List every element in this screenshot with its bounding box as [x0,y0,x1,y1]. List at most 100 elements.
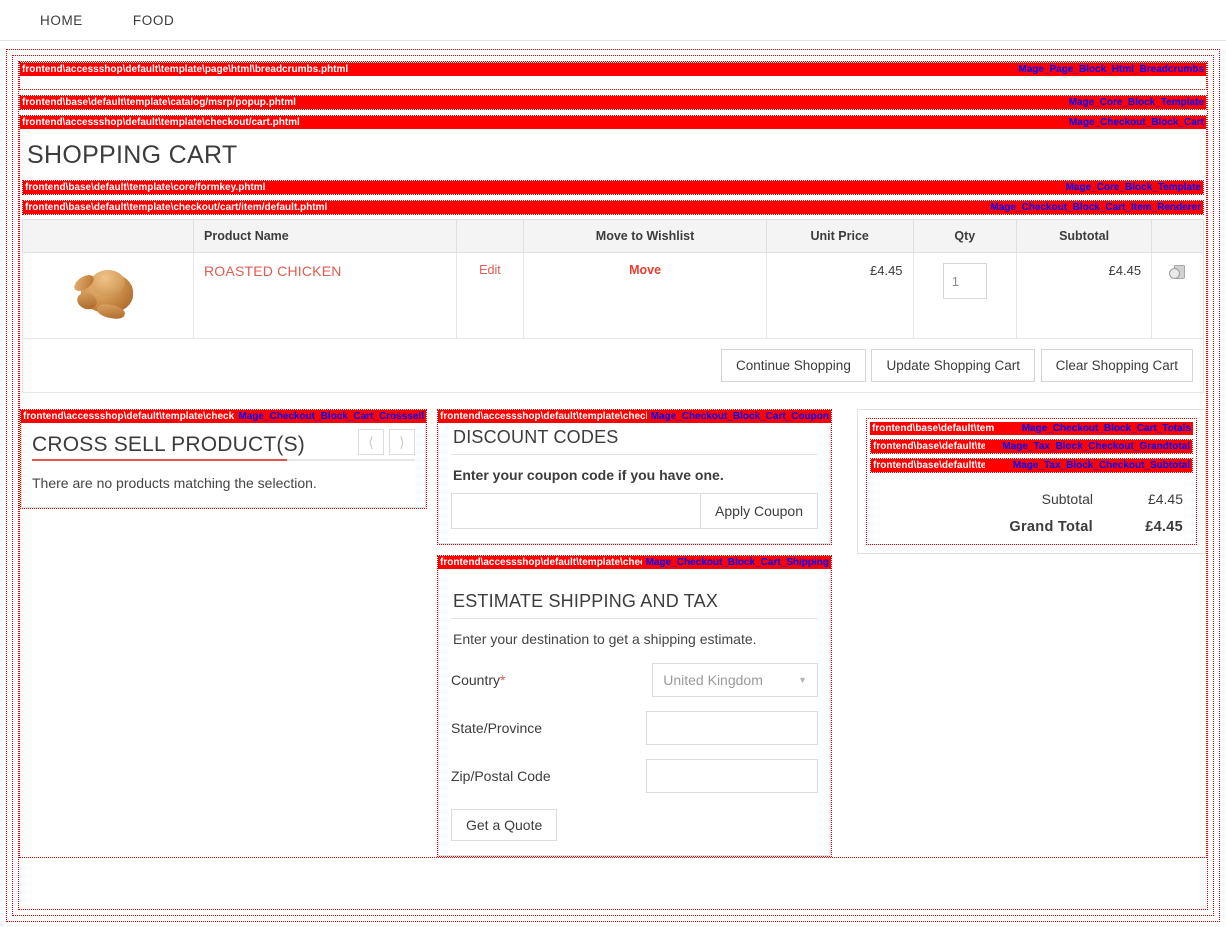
shipping-divider [451,618,818,619]
totals-column: frontend\base\default\template\checkout/… [857,409,1206,554]
apply-coupon-button[interactable]: Apply Coupon [701,493,818,529]
hint-path-breadcrumbs: frontend\accessshop\default\template\pag… [22,64,349,75]
country-label: Country* [451,672,506,688]
subtotal-hint-frame: frontend\base\default\template\tax/check… [870,458,1193,473]
grand-total-label: Grand Total [1009,519,1093,535]
product-name-link[interactable]: ROASTED CHICKEN [204,263,342,279]
product-name-cell: ROASTED CHICKEN [193,252,457,339]
hint-path-cart-item: frontend\base\default\template\checkout/… [25,202,328,213]
crosssell-column: frontend\accessshop\default\template\che… [20,409,427,509]
remove-item-button[interactable] [1168,265,1187,284]
roasted-chicken-photo [69,263,147,325]
edit-cell: Edit [455,252,525,339]
hint-path-grandtotal: frontend\base\default\template\tax/check… [873,441,985,452]
grand-total-value: £4.45 [1145,519,1183,535]
cart-actions-cell: Continue Shopping Update Shopping Cart C… [22,338,1204,393]
zip-label: Zip/Postal Code [451,768,551,784]
coupon-code-input[interactable] [451,493,702,529]
shipping-lead-text: Enter your destination to get a shipping… [453,631,757,647]
move-to-wishlist-link[interactable]: Move [629,263,661,277]
discount-divider [451,454,818,455]
hint-block-grandtotal: Mage_Tax_Block_Checkout_Grandtotal [1002,441,1190,452]
cart-item-renderer-block: frontend\base\default\template\checkout/… [22,200,1204,215]
country-selected-value: United Kingdom [663,672,763,688]
grandtotal-hint-frame: frontend\base\default\template\tax/check… [870,439,1193,454]
qty-cell [912,252,1018,339]
crosssell-hint-frame: frontend\accessshop\default\template\che… [20,409,427,509]
hint-block-formkey: Mage_Core_Block_Template [1065,182,1201,193]
nav-item-home[interactable]: HOME [40,13,83,28]
hint-block-coupon: Mage_Checkout_Block_Cart_Coupon [650,411,829,422]
crosssell-title: CROSS SELL PRODUCT(S) [32,433,305,456]
edit-item-link[interactable]: Edit [479,263,501,277]
state-label: State/Province [451,720,543,736]
breadcrumbs-block: frontend\accessshop\default\template\pag… [19,62,1207,90]
crosssell-empty-message: There are no products matching the selec… [32,475,317,491]
coupon-lead-text: Enter your coupon code if you have one. [453,467,724,483]
hint-path-msrp: frontend\base\default\template\catalog/m… [22,97,296,108]
hint-block-shipping: Mage_Checkout_Block_Cart_Shipping [645,557,829,568]
primary-navigation: HOME FOOD [0,0,1226,40]
state-input[interactable] [646,711,818,745]
cart-block-hint-frame: frontend\accessshop\default\template\che… [19,115,1207,858]
product-image-cell [22,252,194,339]
hint-block-cart: Mage_Checkout_Block_Cart [1068,117,1204,128]
country-select[interactable]: United Kingdom ▼ [652,663,818,697]
hint-block-msrp: Mage_Core_Block_Template [1068,97,1204,108]
hint-path-totals: frontend\base\default\template\checkout/… [872,423,994,434]
page-main-hint-frame: frontend\accessshop\default\template\pag… [12,55,1214,916]
chevron-left-icon[interactable]: ⟨ [358,429,384,455]
estimate-shipping-panel: ESTIMATE SHIPPING AND TAX Enter your des… [438,569,831,856]
clear-shopping-cart-button[interactable]: Clear Shopping Cart [1040,349,1193,382]
coupon-hint-frame: frontend\accessshop\default\template\che… [437,409,832,545]
th-image [22,219,194,253]
move-to-wishlist-cell: Move [523,252,767,339]
cart-actions-row: Continue Shopping Update Shopping Cart C… [22,338,1204,393]
state-row: State/Province [451,711,818,745]
discount-shipping-column: frontend\accessshop\default\template\che… [437,409,832,857]
hint-path-coupon: frontend\accessshop\default\template\che… [440,411,647,422]
country-required-marker: * [500,672,506,688]
shipping-title: ESTIMATE SHIPPING AND TAX [453,591,719,611]
hint-path-formkey: frontend\base\default\template\core/form… [25,182,266,193]
table-row: ROASTED CHICKEN Edit Move £4.45 £4.45 [22,252,1204,339]
trash-icon [1168,263,1187,281]
formkey-block: frontend\base\default\template\core/form… [22,180,1204,195]
shopping-cart-table: Product Name Move to Wishlist Unit Price… [22,219,1204,393]
table-header-row: Product Name Move to Wishlist Unit Price… [22,219,1204,253]
subtotal-label: Subtotal [1041,491,1093,507]
hint-block-cart-item: Mage_Checkout_Block_Cart_Item_Renderer [990,202,1201,213]
totals-hint-frame: frontend\base\default\template\checkout/… [866,418,1197,545]
th-edit [455,219,525,253]
update-shopping-cart-button[interactable]: Update Shopping Cart [871,349,1036,382]
hint-block-crosssell: Mage_Checkout_Block_Cart_Crosssell [238,411,424,422]
th-remove [1151,219,1204,253]
hint-bar-totals: frontend\base\default\template\checkout/… [870,422,1193,435]
crosssell-title-underline [32,459,415,461]
chevron-right-icon[interactable]: ⟩ [389,429,415,455]
nav-item-food[interactable]: FOOD [133,13,174,28]
th-qty: Qty [912,219,1018,253]
th-unit-price: Unit Price [765,219,914,253]
col-main-hint-frame: frontend\accessshop\default\template\pag… [18,61,1208,910]
qty-input[interactable] [942,263,987,299]
continue-shopping-button[interactable]: Continue Shopping [720,349,866,382]
cart-lower-sections: frontend\accessshop\default\template\che… [20,409,1206,857]
hint-path-subtotal: frontend\base\default\template\tax/check… [873,460,985,471]
hint-block-subtotal: Mage_Tax_Block_Checkout_Subtotal [1012,460,1190,471]
nav-divider [0,40,1226,41]
th-product-name: Product Name [193,219,457,253]
zip-input[interactable] [646,759,818,793]
chevron-down-icon: ▼ [798,675,807,685]
hint-block-totals: Mage_Checkout_Block_Cart_Totals [1021,423,1191,434]
page-wrapper-hint-frame: frontend\accessshop\default\template\pag… [6,49,1220,922]
hint-path-crosssell: frontend\accessshop\default\template\che… [23,411,235,422]
totals-row-subtotal: Subtotal £4.45 [870,485,1193,513]
totals-row-grand-total: Grand Total £4.45 [870,513,1193,541]
get-a-quote-button[interactable]: Get a Quote [451,809,558,841]
subtotal-value: £4.45 [1147,491,1183,507]
country-row: Country* United Kingdom ▼ [451,663,818,697]
unit-price-cell: £4.45 [765,252,914,339]
hint-path-cart: frontend\accessshop\default\template\che… [22,117,300,128]
th-subtotal: Subtotal [1016,219,1153,253]
